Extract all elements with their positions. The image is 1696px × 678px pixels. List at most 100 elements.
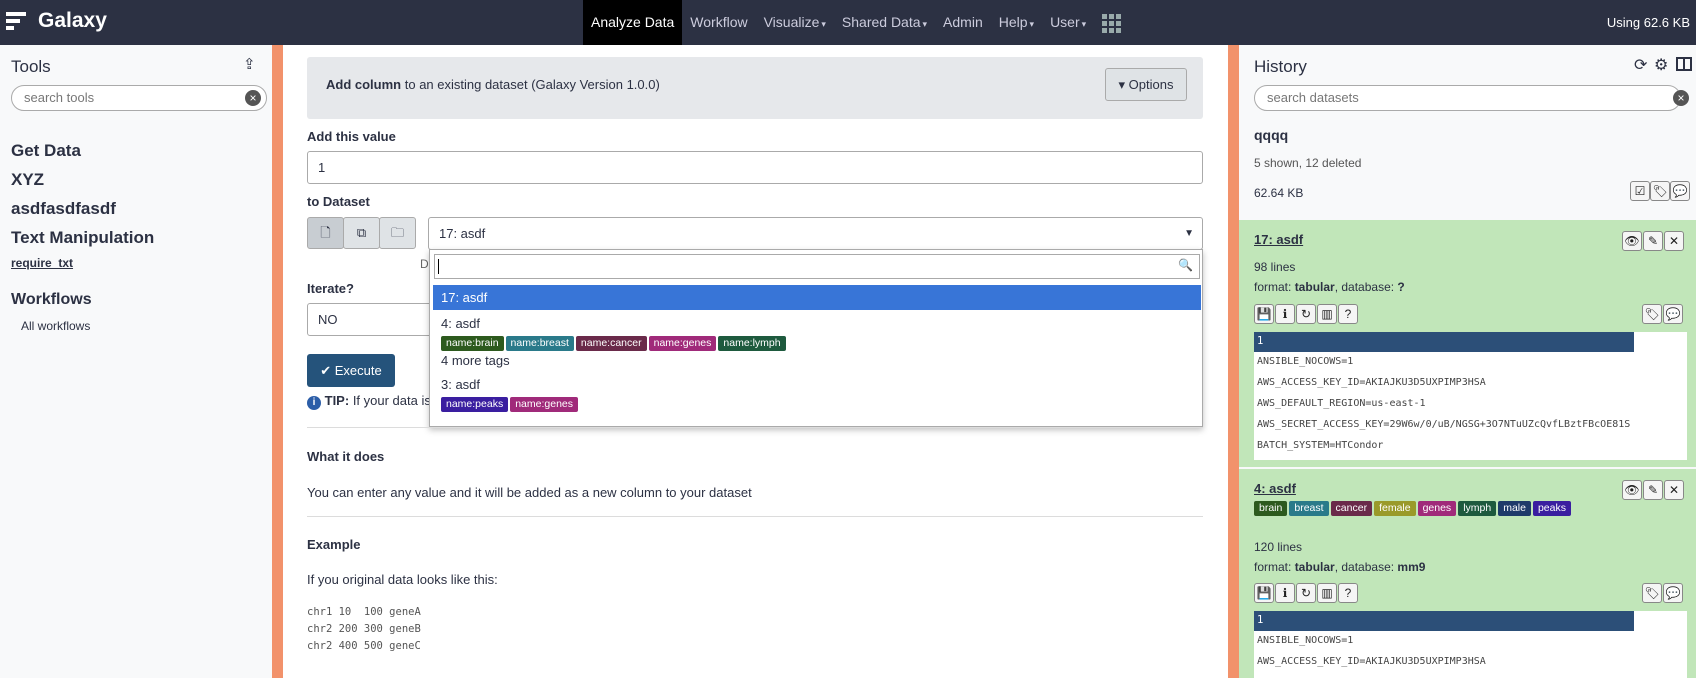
- delete-icon[interactable]: ✕: [1664, 231, 1684, 251]
- scratchbook-grid-icon[interactable]: [1102, 14, 1122, 33]
- nav-shared-data[interactable]: Shared Data ▾: [834, 0, 935, 45]
- dataset-title[interactable]: 4: asdf: [1254, 481, 1296, 496]
- dataset-collection-button[interactable]: 🗀: [379, 217, 416, 249]
- check-icon: ✔: [320, 363, 332, 378]
- db-label: , database:: [1334, 280, 1398, 294]
- clear-search-icon[interactable]: ×: [245, 90, 261, 106]
- tags-icon[interactable]: 🏷: [1650, 181, 1670, 201]
- nav-workflow[interactable]: Workflow: [682, 0, 755, 45]
- tags-icon[interactable]: 🏷: [1642, 583, 1662, 603]
- tag: name:peaks: [441, 397, 509, 412]
- columns-icon[interactable]: [1676, 57, 1692, 71]
- tool-section-get-data[interactable]: Get Data: [11, 141, 81, 161]
- gear-icon[interactable]: ⚙: [1654, 55, 1668, 75]
- multiple-datasets-button[interactable]: ⧉: [343, 217, 380, 249]
- right-panel-divider[interactable]: [1228, 45, 1239, 678]
- folder-icon: 🗀: [390, 225, 404, 240]
- save-icon[interactable]: 💾: [1254, 304, 1274, 324]
- tip-message: i TIP: If your data is: [307, 393, 431, 410]
- upload-icon[interactable]: ⇪: [243, 55, 256, 73]
- tag: name:genes: [648, 336, 717, 351]
- tag[interactable]: male: [1498, 501, 1531, 516]
- refresh-icon[interactable]: ⟳: [1634, 55, 1647, 75]
- peek-row: ANSIBLE_NOCOWS=1: [1257, 635, 1354, 646]
- tool-section-text-manipulation[interactable]: Text Manipulation: [11, 228, 154, 248]
- center-panel: Add column to an existing dataset (Galax…: [283, 45, 1229, 678]
- tool-require-txt[interactable]: require_txt: [11, 256, 73, 270]
- nav-visualize-label: Visualize: [763, 14, 820, 30]
- nav-help[interactable]: Help ▾: [991, 0, 1042, 45]
- pencil-icon[interactable]: ✎: [1643, 231, 1663, 251]
- tag[interactable]: genes: [1417, 501, 1457, 516]
- tag: name:brain: [441, 336, 504, 351]
- dataset-select[interactable]: 17: asdf ▼: [428, 217, 1203, 250]
- tag[interactable]: breast: [1289, 501, 1329, 516]
- masthead: Galaxy Analyze Data Workflow Visualize ▾ …: [0, 0, 1696, 45]
- tag: name:breast: [505, 336, 574, 351]
- nav-user[interactable]: User ▾: [1042, 0, 1094, 45]
- left-panel-divider[interactable]: [272, 45, 283, 678]
- info-icon[interactable]: ℹ: [1275, 583, 1295, 603]
- tag[interactable]: female: [1374, 501, 1416, 516]
- peek-row: AWS_DEFAULT_REGION=us-east-1: [1257, 398, 1426, 409]
- execute-button[interactable]: ✔ Execute: [307, 354, 395, 387]
- tag: name:cancer: [575, 336, 647, 351]
- format-label: format:: [1254, 280, 1295, 294]
- select-all-icon[interactable]: ☑: [1630, 181, 1650, 201]
- annotation-icon[interactable]: 💬: [1663, 304, 1683, 324]
- tool-search-input[interactable]: search tools: [11, 85, 267, 111]
- iterate-select[interactable]: NO: [307, 303, 437, 336]
- dataset-lines: 98 lines: [1254, 260, 1296, 274]
- tag[interactable]: peaks: [1532, 501, 1571, 516]
- all-workflows-link[interactable]: All workflows: [21, 319, 90, 333]
- tags-icon[interactable]: 🏷: [1642, 304, 1662, 324]
- clear-search-icon[interactable]: ×: [1673, 90, 1689, 106]
- brand[interactable]: Galaxy: [6, 9, 107, 33]
- nav-analyze-data[interactable]: Analyze Data: [583, 0, 683, 45]
- dataset-title[interactable]: 17: asdf: [1254, 232, 1303, 247]
- dataset-lines: 120 lines: [1254, 540, 1303, 554]
- options-button[interactable]: ▾ Options: [1105, 68, 1187, 101]
- dropdown-option[interactable]: 3: asdf name:peaks name:genes: [433, 374, 1201, 420]
- visualize-icon[interactable]: ▥: [1317, 583, 1337, 603]
- dataset-peek: 1 ANSIBLE_NOCOWS=1 AWS_ACCESS_KEY_ID=AKI…: [1254, 611, 1687, 678]
- caret-down-icon: ▾: [821, 19, 826, 29]
- divider: [307, 516, 1203, 517]
- history-size: 62.64 KB: [1254, 186, 1304, 200]
- annotation-icon[interactable]: 💬: [1670, 181, 1690, 201]
- tag[interactable]: cancer: [1330, 501, 1373, 516]
- db-value[interactable]: ?: [1397, 280, 1404, 294]
- dropdown-search-input[interactable]: 🔍: [434, 254, 1200, 279]
- help-icon[interactable]: ?: [1338, 583, 1358, 603]
- annotation-icon[interactable]: 💬: [1663, 583, 1683, 603]
- nav-visualize[interactable]: Visualize ▾: [756, 0, 834, 45]
- dropdown-option-highlighted[interactable]: 17: asdf: [433, 285, 1201, 310]
- delete-icon[interactable]: ✕: [1664, 480, 1684, 500]
- dataset-peek: 1 ANSIBLE_NOCOWS=1 AWS_ACCESS_KEY_ID=AKI…: [1254, 332, 1687, 460]
- dataset-search-input[interactable]: search datasets: [1254, 85, 1681, 111]
- eye-icon[interactable]: 👁: [1622, 231, 1642, 251]
- add-value-input[interactable]: 1: [307, 151, 1203, 184]
- caret-down-icon: ▾: [922, 19, 928, 29]
- eye-icon[interactable]: 👁: [1622, 480, 1642, 500]
- nav-admin[interactable]: Admin: [935, 0, 991, 45]
- save-icon[interactable]: 💾: [1254, 583, 1274, 603]
- tag[interactable]: brain: [1254, 501, 1288, 516]
- single-dataset-button[interactable]: 🗋: [307, 217, 344, 249]
- help-icon[interactable]: ?: [1338, 304, 1358, 324]
- tag[interactable]: lymph: [1458, 501, 1497, 516]
- nav-help-label: Help: [998, 14, 1028, 30]
- peek-row: AWS_SECRET_ACCESS_KEY=29W6w/0/uB/NGSG+3O…: [1257, 419, 1631, 430]
- tool-section-xyz[interactable]: XYZ: [11, 170, 44, 190]
- rerun-icon[interactable]: ↻: [1296, 583, 1316, 603]
- dropdown-option[interactable]: 4: asdf name:brain name:breast name:cancer…: [433, 313, 1201, 371]
- history-name[interactable]: qqqq: [1254, 127, 1288, 143]
- info-icon[interactable]: ℹ: [1275, 304, 1295, 324]
- quota-usage[interactable]: Using 62.6 KB: [1607, 15, 1690, 30]
- rerun-icon[interactable]: ↻: [1296, 304, 1316, 324]
- visualize-icon[interactable]: ▥: [1317, 304, 1337, 324]
- pencil-icon[interactable]: ✎: [1643, 480, 1663, 500]
- dataset-select-value: 17: asdf: [439, 226, 486, 241]
- peek-row: ANSIBLE_NOCOWS=1: [1257, 356, 1354, 367]
- tool-section-asdf[interactable]: asdfasdfasdf: [11, 199, 116, 219]
